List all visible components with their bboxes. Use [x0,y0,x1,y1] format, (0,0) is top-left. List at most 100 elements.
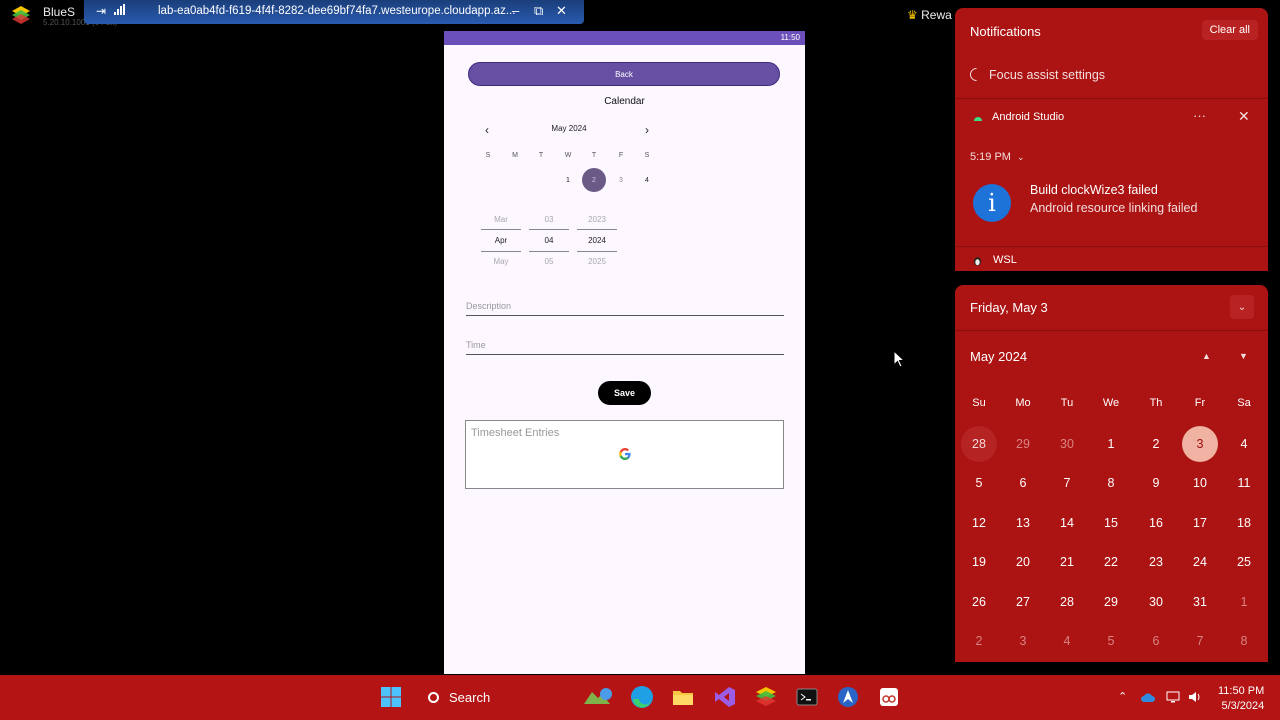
remote-close-button[interactable]: ✕ [556,3,567,19]
calendar-day[interactable]: 12 [961,505,997,541]
network-icon[interactable] [1166,691,1180,703]
volume-icon[interactable] [1188,691,1202,703]
notification-heading[interactable]: Build clockWize3 failed [1030,183,1158,197]
remote-restore-button[interactable]: ⧉ [534,3,543,19]
wheel-year-prev[interactable]: 2023 [577,215,617,224]
calendar-day[interactable]: 27 [1005,584,1041,620]
calendar-day[interactable]: 7 [1049,465,1085,501]
calendar-day[interactable]: 30 [1138,584,1174,620]
day-of-week-label: Fr [1194,397,1206,409]
calendar-day[interactable]: 19 [961,544,997,580]
rewards-label: Rewa [921,8,952,22]
pin-icon[interactable]: ⇥ [96,4,106,18]
calendar-day[interactable]: 3 [609,168,633,192]
calendar-day[interactable]: 10 [1182,465,1218,501]
wheel-year-current[interactable]: 2024 [577,236,617,245]
bluestacks-icon[interactable] [753,684,779,710]
wheel-day-prev[interactable]: 03 [529,215,569,224]
focus-assist-settings-link[interactable]: Focus assist settings [967,65,1105,84]
calendar-day[interactable]: 4 [635,168,659,192]
taskbar-search[interactable]: Search [420,684,528,710]
calendar-day[interactable]: 24 [1182,544,1218,580]
weekday-label: S [644,152,650,159]
next-month-icon[interactable]: › [645,123,649,137]
snipping-tool-icon[interactable] [876,684,902,710]
back-button[interactable]: Back [468,62,780,86]
calendar-day[interactable]: 29 [1005,426,1041,462]
calendar-month-label[interactable]: May 2024 [970,349,1027,364]
calendar-day[interactable]: 20 [1005,544,1041,580]
rewards-button[interactable]: ♛ Rewa [907,8,952,22]
wheel-month-current[interactable]: Apr [481,236,521,245]
calendar-day[interactable]: 13 [1005,505,1041,541]
description-field[interactable]: Description [466,301,511,311]
calendar-day[interactable]: 29 [1093,584,1129,620]
calendar-day[interactable]: 31 [1182,584,1218,620]
calendar-day[interactable]: 4 [1049,623,1085,659]
calendar-day[interactable]: 2 [1138,426,1174,462]
windows-start-icon[interactable] [378,684,404,710]
more-options-icon[interactable]: ··· [1193,108,1206,123]
terminal-icon[interactable] [794,684,820,710]
calendar-day[interactable]: 6 [1138,623,1174,659]
visual-studio-icon[interactable] [712,684,738,710]
calendar-day-today[interactable]: 3 [1182,426,1218,462]
calendar-day[interactable]: 7 [1182,623,1218,659]
wheel-day-next[interactable]: 05 [529,257,569,266]
calendar-day[interactable]: 2 [961,623,997,659]
calendar-day[interactable]: 30 [1049,426,1085,462]
wheel-month-prev[interactable]: Mar [481,215,521,224]
calendar-day[interactable]: 9 [1138,465,1174,501]
calendar-day[interactable]: 5 [1093,623,1129,659]
wheel-month-next[interactable]: May [481,257,521,266]
android-studio-icon[interactable] [835,684,861,710]
timesheet-entries-field[interactable]: Timesheet Entries [465,420,784,489]
calendar-day[interactable]: 15 [1093,505,1129,541]
calendar-day[interactable]: 18 [1226,505,1262,541]
calendar-day[interactable]: 14 [1049,505,1085,541]
wheel-year-next[interactable]: 2025 [577,257,617,266]
calendar-day[interactable]: 1 [1093,426,1129,462]
calendar-day-selected[interactable]: 2 [582,168,606,192]
notification-time-toggle[interactable]: 5:19 PM ⌄ [970,151,1025,163]
calendar-day[interactable]: 4 [1226,426,1262,462]
onedrive-icon[interactable] [1140,691,1156,703]
taskbar-clock[interactable]: 11:50 PM 5/3/2024 [1218,684,1264,714]
taskbar: Search ⌃ 11:50 PM 5/3/2024 [0,675,1280,720]
notification-body[interactable]: Android resource linking failed [1030,201,1197,215]
calendar-day[interactable]: 8 [1226,623,1262,659]
calendar-day[interactable]: 28 [1049,584,1085,620]
calendar-day[interactable]: 1 [1226,584,1262,620]
calendar-day[interactable]: 8 [1093,465,1129,501]
calendar-day[interactable]: 21 [1049,544,1085,580]
prev-month-icon[interactable]: ‹ [485,123,489,137]
calendar-day[interactable]: 26 [961,584,997,620]
next-month-arrow-icon[interactable]: ▼ [1239,351,1248,361]
calendar-day[interactable]: 5 [961,465,997,501]
calendar-date-header[interactable]: Friday, May 3 [970,300,1048,315]
divider [955,246,1268,247]
calendar-day[interactable]: 16 [1138,505,1174,541]
clear-all-button[interactable]: Clear all [1201,20,1258,40]
wheel-day-current[interactable]: 04 [529,236,569,245]
calendar-day[interactable]: 28 [961,426,997,462]
file-explorer-icon[interactable] [670,684,696,710]
edge-icon[interactable] [629,684,655,710]
calendar-day[interactable]: 3 [1005,623,1041,659]
taskbar-time: 11:50 PM [1218,685,1265,697]
calendar-day[interactable]: 6 [1005,465,1041,501]
widgets-icon[interactable] [580,684,616,710]
previous-month-arrow-icon[interactable]: ▲ [1202,351,1211,361]
calendar-day[interactable]: 17 [1182,505,1218,541]
remote-minimize-button[interactable]: – [512,3,519,18]
calendar-day[interactable]: 1 [556,168,580,192]
calendar-day[interactable]: 23 [1138,544,1174,580]
calendar-day[interactable]: 22 [1093,544,1129,580]
calendar-day[interactable]: 25 [1226,544,1262,580]
time-field[interactable]: Time [466,340,486,350]
save-button[interactable]: Save [598,381,651,405]
collapse-calendar-button[interactable]: ⌄ [1230,295,1254,319]
calendar-day[interactable]: 11 [1226,465,1262,501]
show-hidden-icons-button[interactable]: ⌃ [1118,690,1127,703]
dismiss-notification-button[interactable]: ✕ [1238,108,1250,125]
